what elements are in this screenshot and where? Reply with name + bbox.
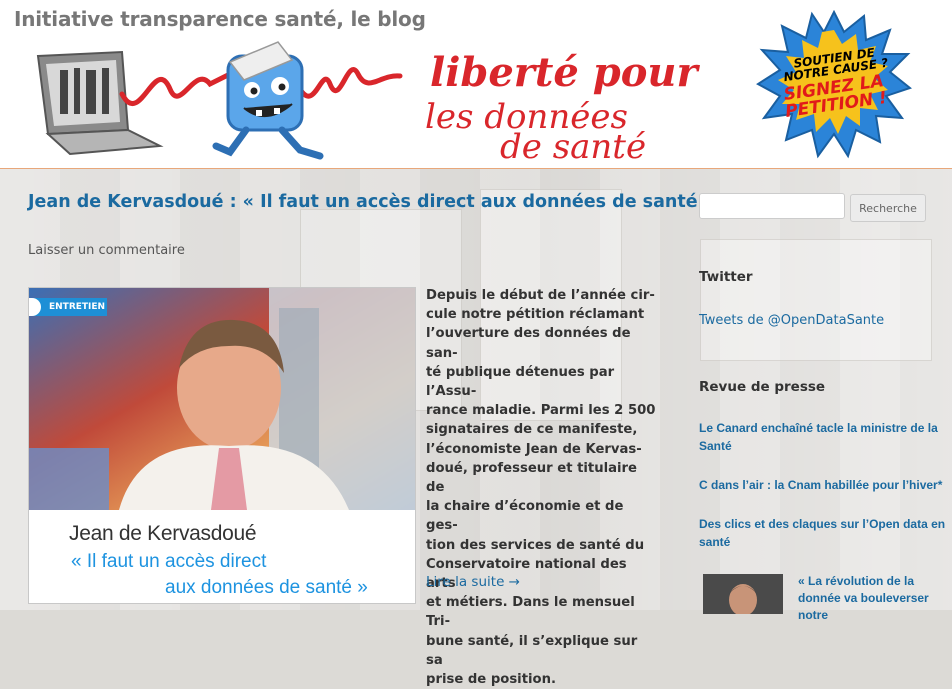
site-header: Initiative transparence santé, le blog l… xyxy=(0,0,952,169)
excerpt-line: Depuis le début de l’année cir- xyxy=(426,288,655,303)
excerpt-line: cule notre pétition réclamant xyxy=(426,307,645,323)
search-input[interactable] xyxy=(699,193,845,219)
excerpt-line: prise de position. xyxy=(426,672,556,688)
read-more-link[interactable]: Lire la suite → xyxy=(426,574,520,590)
press-item-thumbnail[interactable] xyxy=(703,574,783,614)
press-item[interactable]: « La révolution de la donnée va boulever… xyxy=(798,573,948,624)
wave-line xyxy=(119,71,233,106)
image-caption-name: Jean de Kervasdoué xyxy=(69,522,257,545)
excerpt-line: bune santé, il s’explique sur sa xyxy=(426,633,638,668)
press-item[interactable]: Le Canard enchaîné tacle la ministre de … xyxy=(699,419,947,455)
twitter-widget-title: Twitter xyxy=(699,269,753,285)
leave-comment-link[interactable]: Laisser un commentaire xyxy=(28,243,185,258)
interview-tag: ENTRETIEN xyxy=(29,298,107,316)
laptop-icon xyxy=(36,50,164,156)
folder-mascot-icon xyxy=(212,41,324,160)
excerpt-line: l’économiste Jean de Kervas- xyxy=(426,441,642,457)
banner-illustration[interactable]: liberté pour les données de santé xyxy=(30,34,700,164)
interview-tag-label: ENTRETIEN xyxy=(49,302,106,312)
excerpt-line: la chaire d’économie et de ges- xyxy=(426,499,624,534)
tag-marker-icon xyxy=(29,298,41,316)
excerpt-line: doué, professeur et titulaire de xyxy=(426,460,637,496)
post-excerpt: Depuis le début de l’année cir- cule not… xyxy=(426,286,658,689)
excerpt-line: et métiers. Dans le mensuel Tri- xyxy=(426,595,635,630)
excerpt-line: té publique détenues par l’Assu- xyxy=(426,364,615,400)
excerpt-line: tion des services de santé du xyxy=(426,537,645,553)
press-review-title: Revue de presse xyxy=(699,379,826,395)
portrait-photo xyxy=(29,288,415,510)
image-caption-quote-line2: aux données de santé » xyxy=(165,577,368,598)
excerpt-line: l’ouverture des données de san- xyxy=(426,326,631,361)
press-item[interactable]: Des clics et des claques sur l’Open data… xyxy=(699,515,947,551)
post-title[interactable]: Jean de Kervasdoué : « Il faut un accès … xyxy=(28,192,715,212)
background-window xyxy=(700,239,932,361)
twitter-feed-link[interactable]: Tweets de @OpenDataSante xyxy=(699,313,884,328)
banner-slogan-line3: de santé xyxy=(500,127,646,164)
person-thumbnail-icon xyxy=(703,574,783,614)
site-title[interactable]: Initiative transparence santé, le blog xyxy=(14,7,426,31)
press-item[interactable]: C dans l’air : la Cnam habillée pour l’h… xyxy=(699,476,947,494)
excerpt-line: rance maladie. Parmi les 2 500 xyxy=(426,403,656,419)
banner-slogan-line1: liberté pour xyxy=(430,49,700,96)
excerpt-line: signataires de ce manifeste, xyxy=(426,422,638,438)
search-button[interactable]: Recherche xyxy=(850,194,926,222)
article-image[interactable]: ENTRETIEN Jean de Kervasdoué « Il faut u… xyxy=(28,287,416,604)
image-caption-quote-line1: « Il faut un accès direct xyxy=(71,551,267,572)
petition-badge[interactable]: SOUTIEN DE NOTRE CAUSE ? SIGNEZ LA PETIT… xyxy=(756,10,912,160)
